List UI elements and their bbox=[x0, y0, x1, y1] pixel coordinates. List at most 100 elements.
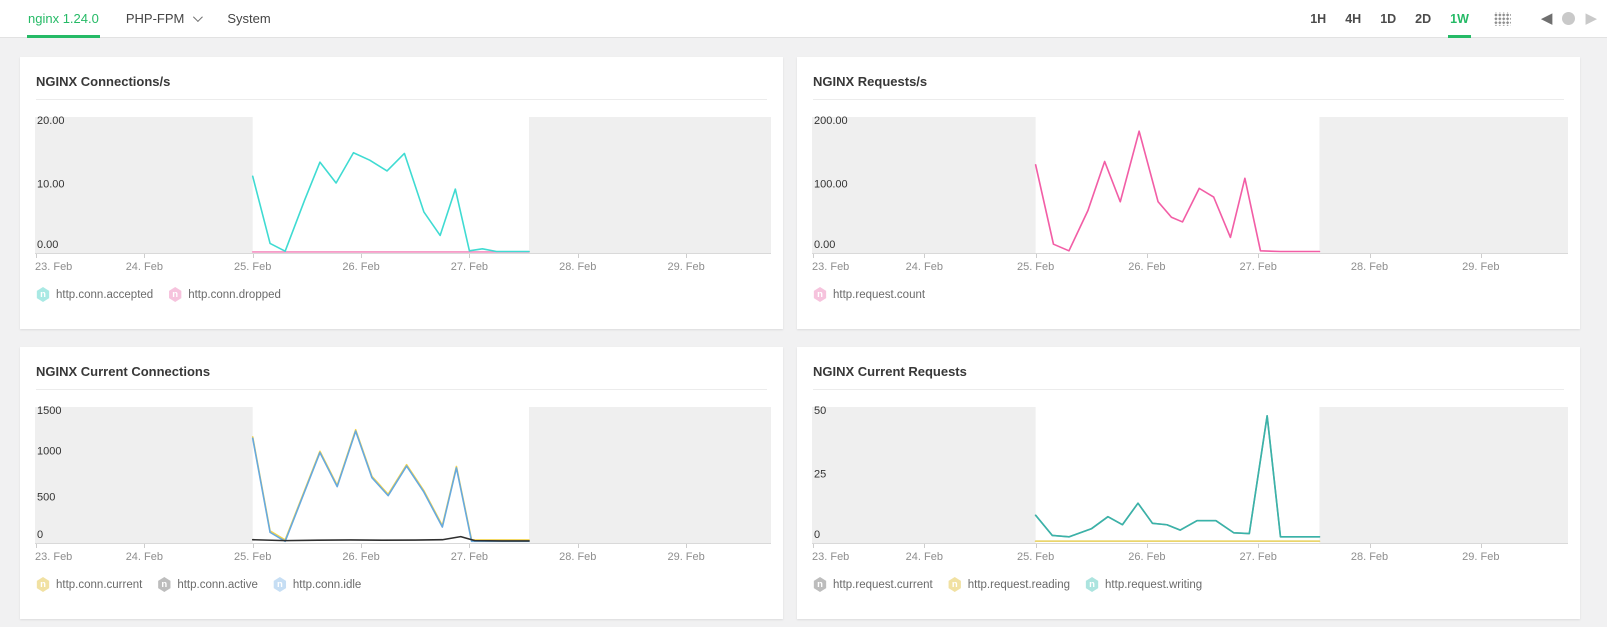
chevron-down-icon bbox=[193, 12, 204, 23]
legend-label: http.conn.active bbox=[177, 578, 258, 591]
time-range-1d[interactable]: 1D bbox=[1378, 0, 1398, 37]
chart-title: NGINX Connections/s bbox=[36, 74, 171, 89]
chart-card-nginx-current-connections: NGINX Current Connections 1500 1000 500 0 2… bbox=[20, 347, 783, 619]
x-tick bbox=[1369, 254, 1371, 258]
chart-plot[interactable]: 200.00 100.00 0.00 bbox=[812, 116, 1568, 254]
x-tick bbox=[144, 254, 146, 258]
x-tick bbox=[35, 544, 37, 548]
x-tick bbox=[361, 254, 363, 258]
legend-item-http-request-current[interactable]: n http.request.current bbox=[813, 577, 933, 592]
tab-label: PHP-FPM bbox=[125, 11, 185, 26]
tab-label: nginx 1.24.0 bbox=[28, 11, 99, 26]
step-back-icon[interactable]: ◀ bbox=[1541, 11, 1553, 26]
x-axis-labels: 23. Feb 24. Feb 25. Feb 26. Feb 27. Feb 28. F… bbox=[35, 254, 771, 278]
x-tick bbox=[1035, 254, 1037, 258]
x-tick-label: 29. Feb bbox=[1462, 551, 1500, 563]
chart-legend: n http.conn.current n http.conn.active n http… bbox=[36, 577, 767, 592]
series-line-http-conn-active bbox=[251, 535, 530, 542]
x-tick bbox=[469, 254, 471, 258]
nginx-hexagon-icon: n bbox=[158, 577, 171, 592]
x-tick-label: 25. Feb bbox=[234, 261, 272, 273]
series-line-http-conn-accepted bbox=[251, 151, 530, 253]
legend-label: http.request.reading bbox=[967, 578, 1071, 591]
legend-item-http-request-count[interactable]: n http.request.count bbox=[813, 287, 925, 302]
x-tick-label: 25. Feb bbox=[1016, 551, 1055, 563]
chart-title: NGINX Current Connections bbox=[36, 364, 211, 379]
legend-item-http-request-writing[interactable]: n http.request.writing bbox=[1085, 577, 1202, 592]
series-line-http-request-count bbox=[1034, 130, 1321, 253]
x-tick-label: 28. Feb bbox=[1350, 261, 1389, 273]
nginx-hexagon-icon: n bbox=[1085, 577, 1099, 592]
x-tick bbox=[686, 254, 688, 258]
x-tick-label: 27. Feb bbox=[1239, 551, 1277, 563]
top-navbar: nginx 1.24.0 PHP-FPM System 1H 4H 1D 2D 1W ◀ ▶ bbox=[0, 0, 1607, 38]
x-tick bbox=[1480, 254, 1482, 258]
x-tick-label: 24. Feb bbox=[125, 551, 163, 563]
nginx-hexagon-icon: n bbox=[813, 287, 827, 302]
step-forward-icon[interactable]: ▶ bbox=[1585, 11, 1597, 26]
x-tick bbox=[144, 544, 146, 548]
tab-system[interactable]: System bbox=[226, 0, 271, 37]
x-tick bbox=[1146, 254, 1148, 258]
x-tick bbox=[577, 254, 579, 258]
time-range-2d[interactable]: 2D bbox=[1413, 0, 1433, 37]
nginx-hexagon-icon: n bbox=[948, 577, 961, 592]
x-tick-label: 26. Feb bbox=[342, 261, 380, 273]
nginx-hexagon-icon: n bbox=[813, 577, 827, 592]
x-axis-labels: 23. Feb 24. Feb 25. Feb 26. Feb 27. Feb 28. F… bbox=[812, 254, 1568, 278]
no-data-region bbox=[35, 117, 253, 253]
x-tick-label: 23. Feb bbox=[35, 551, 73, 563]
time-range-4h[interactable]: 4H bbox=[1343, 0, 1363, 37]
legend-item-http-conn-idle[interactable]: n http.conn.idle bbox=[273, 577, 361, 592]
legend-label: http.request.count bbox=[833, 288, 926, 301]
chart-canvas bbox=[812, 407, 1568, 543]
time-playback-controls: ◀ ▶ bbox=[1541, 11, 1597, 26]
x-tick bbox=[252, 544, 254, 548]
x-tick bbox=[686, 544, 688, 548]
chart-title: NGINX Current Requests bbox=[813, 364, 967, 379]
nginx-hexagon-icon: n bbox=[169, 287, 182, 302]
x-tick-label: 25. Feb bbox=[1016, 261, 1055, 273]
chart-plot[interactable]: 1500 1000 500 0 bbox=[35, 406, 771, 544]
x-tick bbox=[1369, 544, 1371, 548]
dashboard-grid-icon[interactable] bbox=[1493, 11, 1511, 26]
legend-item-http-conn-current[interactable]: n http.conn.current bbox=[36, 577, 142, 592]
chart-title: NGINX Requests/s bbox=[813, 74, 928, 89]
x-tick-label: 29. Feb bbox=[667, 261, 705, 273]
legend-item-http-conn-dropped[interactable]: n http.conn.dropped bbox=[168, 287, 281, 302]
x-tick bbox=[924, 254, 926, 258]
legend-item-http-conn-active[interactable]: n http.conn.active bbox=[157, 577, 258, 592]
record-icon[interactable] bbox=[1562, 12, 1576, 25]
no-data-region bbox=[529, 407, 771, 543]
time-range-1h[interactable]: 1H bbox=[1308, 0, 1328, 37]
no-data-region bbox=[812, 407, 1036, 543]
series-line-http-conn-current bbox=[251, 428, 530, 541]
time-range-1w[interactable]: 1W bbox=[1448, 0, 1471, 38]
x-tick-label: 24. Feb bbox=[905, 551, 943, 563]
nginx-hexagon-icon: n bbox=[36, 287, 50, 302]
tab-nginx-1-24-0[interactable]: nginx 1.24.0 bbox=[27, 0, 100, 38]
legend-label: http.conn.current bbox=[56, 578, 143, 591]
legend-item-http-conn-accepted[interactable]: n http.conn.accepted bbox=[36, 287, 153, 302]
chart-card-nginx-connections-s: NGINX Connections/s 20.00 10.00 0.00 23. F… bbox=[20, 57, 783, 329]
x-tick-label: 29. Feb bbox=[667, 551, 705, 563]
chart-plot[interactable]: 20.00 10.00 0.00 bbox=[35, 116, 771, 254]
x-tick-label: 23. Feb bbox=[812, 261, 850, 273]
nginx-hexagon-icon: n bbox=[36, 577, 50, 592]
legend-label: http.conn.idle bbox=[292, 578, 362, 591]
series-line-http-request-current bbox=[1034, 415, 1321, 538]
chart-plot[interactable]: 50 25 0 bbox=[812, 406, 1568, 544]
x-tick-label: 29. Feb bbox=[1462, 261, 1500, 273]
x-tick-label: 26. Feb bbox=[1128, 261, 1166, 273]
chart-legend: n http.request.count bbox=[813, 287, 1564, 302]
divider bbox=[36, 99, 767, 100]
x-tick-label: 24. Feb bbox=[905, 261, 943, 273]
x-tick-label: 28. Feb bbox=[1350, 551, 1389, 563]
chart-canvas bbox=[35, 407, 771, 543]
tab-php-fpm[interactable]: PHP-FPM bbox=[125, 0, 204, 37]
x-tick bbox=[252, 254, 254, 258]
x-tick bbox=[1258, 544, 1260, 548]
x-tick bbox=[1258, 254, 1260, 258]
legend-item-http-request-reading[interactable]: n http.request.reading bbox=[948, 577, 1070, 592]
chart-legend: n http.conn.accepted n http.conn.dropped bbox=[36, 287, 767, 302]
